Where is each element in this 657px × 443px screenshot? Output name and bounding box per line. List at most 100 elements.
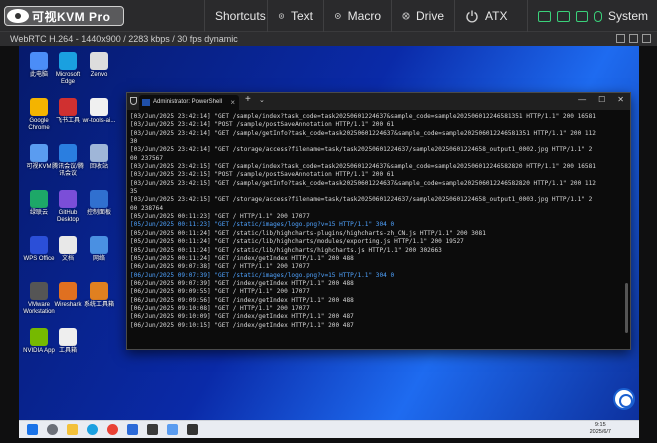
terminal-line: [06/Jun/2025 09:07:38] "GET / HTTP/1.1" … [130, 263, 310, 271]
mouse-icon [594, 10, 602, 22]
kvm-toolbar: 可视KVM Pro Shortcuts Text Macro Drive ATX… [0, 0, 657, 32]
powershell-window[interactable]: Administrator: PowerShell × + ⌄ — ☐ ✕ [0… [126, 92, 631, 350]
chrome-icon[interactable] [107, 424, 118, 435]
shortcuts-menu[interactable]: Shortcuts [204, 0, 267, 32]
atx-label: ATX [485, 9, 508, 23]
gear-icon [278, 13, 285, 19]
desktop-icon[interactable]: 工具箱 [50, 328, 86, 355]
terminal-line: [03/Jun/2025 23:42:14] "GET /sample/inde… [130, 113, 596, 120]
system-label: System [608, 9, 649, 23]
edge-icon[interactable] [87, 424, 98, 435]
close-icon[interactable] [642, 34, 651, 43]
terminal-taskbar-icon[interactable] [147, 424, 158, 435]
app-logo: 可视KVM Pro [4, 6, 124, 26]
close-window-button[interactable]: ✕ [617, 95, 624, 104]
terminal-line: [03/Jun/2025 23:42:14] "GET /storage/acc… [130, 146, 593, 154]
window-controls [616, 34, 651, 43]
app-icon [30, 282, 48, 300]
keyboard-icon [576, 10, 588, 22]
app-icon [30, 144, 48, 162]
clock[interactable]: 9:15 2025/6/7 [590, 422, 611, 436]
kvm-floating-button[interactable] [613, 388, 635, 410]
clock-date: 2025/6/7 [589, 429, 611, 435]
screen-icon [557, 10, 570, 22]
terminal-line: [03/Jun/2025 23:42:14] "GET /sample/getI… [130, 129, 596, 137]
desktop-icon[interactable]: wr-tools-ai... [81, 98, 117, 125]
terminal-line: [06/Jun/2025 09:09:56] "GET /index/getIn… [130, 296, 354, 304]
terminal-line: [06/Jun/2025 09:09:55] "GET / HTTP/1.1" … [130, 288, 310, 296]
terminal-tab[interactable]: Administrator: PowerShell × [139, 95, 239, 110]
app-icon [30, 328, 48, 346]
terminal-line: [03/Jun/2025 23:42:15] "GET /sample/inde… [130, 163, 596, 171]
start-icon[interactable] [27, 424, 38, 435]
fullscreen-icon[interactable] [629, 34, 638, 43]
eye-logo-icon [7, 9, 29, 23]
app-icon [59, 328, 77, 346]
app-icon [90, 236, 108, 254]
terminal-line: [05/Jun/2025 00:11:23] "GET / HTTP/1.1" … [130, 213, 310, 221]
system-menu[interactable]: System [527, 0, 657, 32]
terminal-line: 35 [130, 188, 138, 196]
search-icon[interactable] [47, 424, 58, 435]
desktop-icon-label: 工具箱 [58, 348, 77, 354]
atx-menu[interactable]: ATX [454, 0, 527, 32]
desktop-icon[interactable]: 回收站 [81, 144, 117, 171]
terminal-line: [05/Jun/2025 00:11:23] "GET /static/imag… [130, 221, 395, 229]
windows-taskbar: 9:15 2025/6/7 [19, 420, 639, 438]
powershell-taskbar-icon[interactable] [187, 424, 198, 435]
terminal-line: [06/Jun/2025 09:10:15] "GET /index/getIn… [130, 321, 354, 329]
app-icon [90, 282, 108, 300]
desktop-icon[interactable]: 控制面板 [81, 190, 117, 217]
minimize-icon[interactable] [616, 34, 625, 43]
terminal-line: [06/Jun/2025 09:10:09] "GET /index/getIn… [130, 313, 354, 321]
text-menu[interactable]: Text [267, 0, 323, 32]
app-icon [90, 52, 108, 70]
terminal-line: [05/Jun/2025 00:11:24] "GET /index/getIn… [130, 254, 354, 262]
file-explorer-icon[interactable] [67, 424, 78, 435]
desktop-icon[interactable]: 网络 [81, 236, 117, 263]
terminal-output[interactable]: [03/Jun/2025 23:42:14] "GET /sample/inde… [130, 113, 620, 345]
new-tab-button[interactable]: + [245, 94, 251, 105]
terminal-scrollbar[interactable] [625, 283, 628, 333]
app-icon [59, 282, 77, 300]
terminal-line: [03/Jun/2025 23:42:15] "GET /storage/acc… [130, 196, 593, 204]
close-tab-icon[interactable]: × [230, 95, 235, 110]
terminal-line: [03/Jun/2025 23:42:15] "GET /sample/getI… [130, 179, 596, 187]
chevron-down-icon[interactable]: ⌄ [259, 96, 265, 104]
app-icon [90, 98, 108, 116]
terminal-line: [06/Jun/2025 09:07:39] "GET /static/imag… [130, 271, 395, 279]
desktop-icon-label: 控制面板 [86, 210, 111, 216]
maximize-window-button[interactable]: ☐ [598, 95, 605, 104]
app-icon [90, 190, 108, 208]
app-logo-text: 可视KVM Pro [32, 9, 111, 24]
app-icon [30, 98, 48, 116]
macro-menu[interactable]: Macro [323, 0, 391, 32]
terminal-line: [05/Jun/2025 00:11:24] "GET /static/lib/… [130, 229, 486, 237]
desktop-icon-label: wr-tools-ai... [82, 118, 116, 124]
terminal-line: [05/Jun/2025 00:11:24] "GET /static/lib/… [130, 246, 442, 254]
app-icon [59, 190, 77, 208]
kvm-taskbar-icon[interactable] [167, 424, 178, 435]
terminal-line: [03/Jun/2025 23:42:14] "POST /sample/pos… [130, 121, 395, 129]
app-icon [30, 52, 48, 70]
app-icon[interactable] [127, 424, 138, 435]
app-icon [59, 98, 77, 116]
app-icon [59, 144, 77, 162]
terminal-line: [03/Jun/2025 23:42:15] "POST /sample/pos… [130, 171, 395, 179]
terminal-line: 00 238764 [130, 204, 164, 212]
desktop-icon[interactable]: Zenvo [81, 52, 117, 79]
remote-screen[interactable]: 此电脑 Microsoft Edge Zenvo Google Chrome 飞书工具 w… [19, 46, 639, 438]
drive-menu[interactable]: Drive [391, 0, 454, 32]
terminal-line: 00 237567 [130, 154, 164, 162]
app-icon [59, 52, 77, 70]
app-icon [90, 144, 108, 162]
desktop-icon-label: 回收站 [89, 164, 108, 170]
terminal-line: [06/Jun/2025 09:07:39] "GET /index/getIn… [130, 279, 354, 287]
power-icon [466, 10, 478, 23]
powershell-icon [142, 99, 150, 106]
drive-label: Drive [415, 9, 444, 23]
desktop-icon[interactable]: 系统工具箱 [81, 282, 117, 309]
text-label: Text [290, 9, 313, 23]
clock-time: 9:15 [594, 422, 606, 428]
minimize-window-button[interactable]: — [578, 95, 586, 104]
